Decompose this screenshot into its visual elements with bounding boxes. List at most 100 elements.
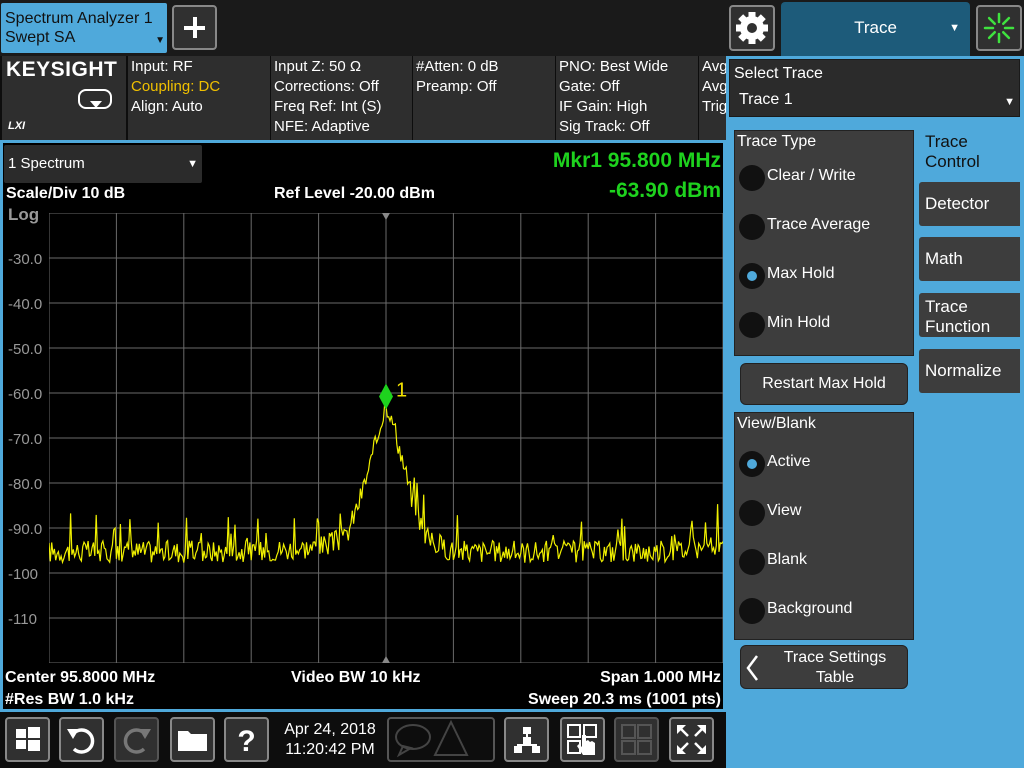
radio-indicator	[739, 214, 765, 240]
span-label[interactable]: Span 1.000 MHz	[600, 669, 721, 687]
settings-info-bar: KEYSIGHT LXI Input: RF Coupling: DC Alig…	[0, 56, 726, 140]
screen-tab-spectrum-analyzer[interactable]: Spectrum Analyzer 1 Swept SA ▼	[1, 3, 167, 53]
radio-view[interactable]: View	[737, 496, 911, 532]
touch-mode-button[interactable]	[560, 717, 605, 762]
y-tick-label: -90.0	[8, 521, 43, 538]
input-settings-panel[interactable]: Input: RF Coupling: DC Align: Auto	[128, 56, 270, 140]
sweep-time-label[interactable]: Sweep 20.3 ms (1001 pts)	[528, 691, 721, 709]
trace-info-1: Avg	[702, 58, 726, 75]
chevron-down-icon: ▼	[155, 35, 165, 46]
radio-label: Max Hold	[767, 265, 835, 282]
y-tick-label: -40.0	[8, 296, 43, 313]
full-screen-button[interactable]	[669, 717, 714, 762]
input-impedance-status: Input Z: 50 Ω	[274, 58, 362, 75]
status-message-box[interactable]	[387, 717, 495, 762]
center-marker-bottom-icon	[382, 656, 390, 663]
gear-icon	[736, 12, 768, 44]
radio-trace-average[interactable]: Trace Average	[737, 210, 911, 246]
res-bw-label[interactable]: #Res BW 1.0 kHz	[5, 691, 134, 709]
settings-button[interactable]	[729, 5, 775, 51]
add-screen-button[interactable]	[172, 5, 217, 50]
ref-level-label[interactable]: Ref Level -20.00 dBm	[274, 185, 435, 203]
chevron-down-icon: ▼	[949, 22, 960, 34]
radio-active[interactable]: Active	[737, 447, 911, 483]
menu-tab-trace[interactable]: Trace ▼	[781, 2, 970, 56]
trace-type-group: Trace Type Clear / Write Trace Average M…	[734, 130, 914, 356]
message-status-icon	[395, 719, 469, 758]
spectrum-graticule[interactable]: 1	[49, 213, 723, 663]
attenuation-panel[interactable]: #Atten: 0 dB Preamp: Off	[413, 56, 555, 140]
tab-trace-function[interactable]: Trace Function	[919, 293, 1020, 337]
corrections-status: Corrections: Off	[274, 78, 379, 95]
radio-background[interactable]: Background	[737, 594, 911, 630]
video-bw-label[interactable]: Video BW 10 kHz	[291, 669, 421, 687]
windows-start-button[interactable]	[5, 717, 50, 762]
sweep-status-button[interactable]	[976, 5, 1022, 51]
radio-max-hold[interactable]: Max Hold	[737, 259, 911, 295]
select-trace-title: Select Trace	[734, 65, 823, 82]
multi-screen-button[interactable]	[504, 717, 549, 762]
chevron-down-icon: ▼	[1004, 96, 1015, 108]
radio-indicator	[739, 165, 765, 191]
marker-1-diamond[interactable]	[379, 383, 393, 410]
input-settings-panel-2[interactable]: Input Z: 50 Ω Corrections: Off Freq Ref:…	[271, 56, 412, 140]
center-marker-top-icon	[382, 213, 390, 220]
tab-label-1: Math	[925, 249, 963, 268]
bottom-bar: ? Apr 24, 2018 11:20:42 PM	[0, 712, 726, 768]
y-tick-label: -50.0	[8, 341, 43, 358]
tab-label-2: Control	[925, 152, 980, 171]
help-icon: ?	[237, 725, 255, 758]
window-select-dropdown[interactable]: 1 Spectrum ▼	[4, 145, 202, 183]
view-blank-title: View/Blank	[737, 415, 816, 432]
hand-touch-icon	[567, 724, 597, 755]
radio-min-hold[interactable]: Min Hold	[737, 308, 911, 344]
window-layout-button[interactable]	[614, 717, 659, 762]
radio-indicator	[739, 549, 765, 575]
tab-label-1: Trace	[925, 297, 968, 316]
center-frequency-label[interactable]: Center 95.8000 MHz	[5, 669, 155, 687]
trace-type-title: Trace Type	[737, 133, 817, 150]
marker-1-label: 1	[396, 380, 407, 402]
spectrum-display[interactable]: 1 Spectrum ▼ Mkr1 95.800 MHz -63.90 dBm …	[3, 143, 723, 709]
chevron-left-icon	[746, 655, 758, 681]
undo-button[interactable]	[59, 717, 104, 762]
logo-panel[interactable]: KEYSIGHT LXI	[2, 56, 126, 140]
tab-detector[interactable]: Detector	[919, 182, 1020, 226]
keysight-logo: KEYSIGHT	[6, 58, 118, 81]
radio-indicator	[739, 312, 765, 338]
bandwidth-panel[interactable]: PNO: Best Wide Gate: Off IF Gain: High S…	[556, 56, 698, 140]
radio-label: Background	[767, 600, 853, 617]
redo-button[interactable]	[114, 717, 159, 762]
tab-label-2: Function	[925, 317, 991, 336]
trace-info-2: Avg	[702, 78, 726, 95]
radio-blank[interactable]: Blank	[737, 545, 911, 581]
svg-text:?: ?	[237, 725, 255, 758]
y-tick-label: -100	[8, 566, 39, 583]
spectrum-window: 1 Spectrum ▼ Mkr1 95.800 MHz -63.90 dBm …	[0, 140, 726, 712]
local-remote-icon[interactable]	[78, 89, 112, 109]
date-label: Apr 24, 2018	[284, 721, 376, 738]
pno-status: PNO: Best Wide	[559, 58, 669, 75]
help-button[interactable]: ?	[224, 717, 269, 762]
y-tick-label: -30.0	[8, 251, 43, 268]
restart-max-hold-button[interactable]: Restart Max Hold	[740, 363, 908, 405]
radio-clear-write[interactable]: Clear / Write	[737, 161, 911, 197]
trace-settings-table-label-2: Table	[815, 669, 855, 686]
network-icon	[514, 727, 540, 753]
tab-label-1: Detector	[925, 194, 990, 213]
y-tick-label: -60.0	[8, 386, 43, 403]
scale-div-label[interactable]: Scale/Div 10 dB	[6, 185, 125, 203]
view-blank-group: View/Blank Active View Blank Background	[734, 412, 914, 640]
trace-info-panel[interactable]: Avg Avg Trig	[699, 56, 726, 140]
trace-settings-table-label-1: Trace Settings	[783, 649, 887, 666]
file-explorer-button[interactable]	[170, 717, 215, 762]
radio-label: Blank	[767, 551, 808, 568]
log-scale-label: Log	[8, 205, 40, 224]
radio-indicator	[739, 598, 765, 624]
tab-trace-control[interactable]: Trace Control	[919, 128, 1020, 172]
radio-indicator-selected	[739, 451, 765, 477]
trace-settings-table-button[interactable]: Trace Settings Table	[740, 645, 908, 689]
tab-math[interactable]: Math	[919, 237, 1020, 281]
select-trace-dropdown[interactable]: Select Trace Trace 1 ▼	[729, 59, 1020, 117]
tab-normalize[interactable]: Normalize	[919, 349, 1020, 393]
